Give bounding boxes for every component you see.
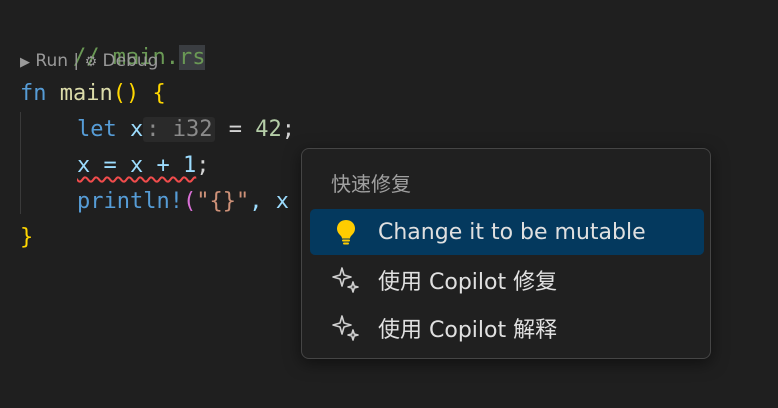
close-brace: } [20,225,34,250]
quick-fix-menu: 快速修复 Change it to be mutable 使用 Copilot … [301,148,711,359]
println-string: "{}" [196,189,250,214]
lightbulb-icon [330,216,362,248]
quick-fix-item-label: 使用 Copilot 解释 [378,318,558,343]
code-editor[interactable]: // main.rs ▶ Run | ⚙ Debug fn main() { l… [0,0,778,408]
quick-fix-title: 快速修复 [331,172,411,196]
let-keyword: let [77,117,117,142]
comment-line: // main.rs [20,10,206,70]
fn-name: main [59,81,113,106]
fn-parens: () [112,81,140,106]
comment-dot: . [165,45,179,70]
println-open-paren: ( [182,189,197,214]
run-codelens[interactable]: ▶ Run [20,51,68,71]
run-label: Run [35,51,69,71]
let-equals: = [215,117,256,142]
quick-fix-item-copilot-fix[interactable]: 使用 Copilot 修复 [310,257,704,303]
gear-icon: ⚙ [84,54,98,70]
fn-keyword: fn [20,81,47,106]
play-icon: ▶ [20,55,30,70]
sparkle-icon [330,312,362,344]
quick-fix-item-copilot-explain[interactable]: 使用 Copilot 解释 [310,305,704,351]
close-brace-line: } [20,222,33,254]
quick-fix-item-make-mutable[interactable]: Change it to be mutable [310,209,704,255]
codelens-separator: | [73,51,80,71]
quick-fix-item-label: 使用 Copilot 修复 [378,270,558,295]
assign-line: x = x + 1; [77,150,209,182]
debug-codelens[interactable]: ⚙ Debug [85,51,159,71]
codelens: ▶ Run | ⚙ Debug [20,50,158,72]
assign-semicolon: ; [196,153,210,178]
indent-guide [20,112,21,214]
fn-line: fn main() { [20,78,166,110]
let-variable: x [130,117,144,142]
let-semicolon: ; [281,117,295,142]
println-line: println!("{}", x [77,186,289,218]
println-macro: println! [77,189,183,214]
sparkle-icon [330,264,362,296]
let-line: let x: i32 = 42; [77,114,295,146]
quick-fix-item-label: Change it to be mutable [378,219,646,245]
let-number: 42 [255,117,282,142]
println-args: , x [249,189,289,214]
open-brace: { [152,81,166,106]
comment-extension: rs [178,45,206,70]
type-inlay-hint: : i32 [143,117,216,142]
debug-label: Debug [102,51,159,71]
error-expression[interactable]: x = x + 1 [77,153,196,178]
